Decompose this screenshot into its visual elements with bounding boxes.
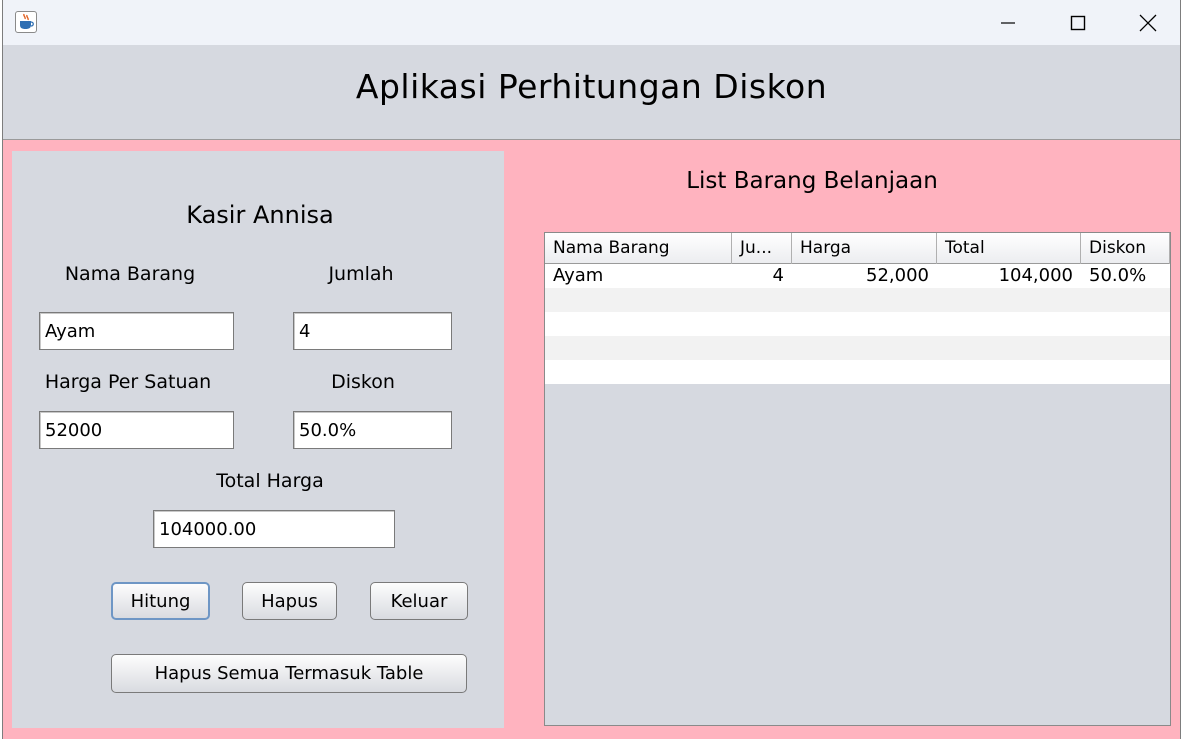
table-row-empty[interactable] <box>545 336 1170 360</box>
harga-per-satuan-input[interactable] <box>39 411 234 449</box>
java-coffee-cup-icon[interactable] <box>15 11 37 33</box>
hitung-button[interactable]: Hitung <box>111 582 210 620</box>
hapus-semua-button[interactable]: Hapus Semua Termasuk Table <box>111 654 467 693</box>
hapus-button[interactable]: Hapus <box>242 582 337 620</box>
harga-per-satuan-label: Harga Per Satuan <box>44 371 212 393</box>
diskon-label: Diskon <box>331 371 395 393</box>
cell-jumlah: 4 <box>772 265 784 286</box>
table-row-empty[interactable] <box>545 288 1170 312</box>
cell-total: 104,000 <box>998 265 1073 286</box>
table-row[interactable]: Ayam 4 52,000 104,000 50.0% <box>545 264 1170 288</box>
column-header-nama-barang[interactable]: Nama Barang <box>545 233 732 264</box>
app-window: Aplikasi Perhitungan Diskon Kasir Annisa… <box>2 0 1181 739</box>
jumlah-input[interactable] <box>293 312 452 350</box>
column-header-jumlah[interactable]: Ju... <box>732 233 792 264</box>
minimize-icon <box>1001 22 1015 24</box>
shopping-list-table[interactable]: Nama Barang Ju... Harga Total Diskon Aya… <box>544 232 1171 726</box>
cashier-form-panel: Kasir Annisa Nama Barang Jumlah Harga Pe… <box>12 151 504 728</box>
close-button[interactable] <box>1125 8 1171 38</box>
diskon-input[interactable] <box>293 411 452 449</box>
table-row-empty[interactable] <box>545 360 1170 384</box>
nama-barang-label: Nama Barang <box>64 263 196 285</box>
column-header-diskon[interactable]: Diskon <box>1081 233 1170 264</box>
maximize-icon <box>1070 15 1086 31</box>
cell-diskon: 50.0% <box>1089 265 1147 286</box>
table-row-empty[interactable] <box>545 312 1170 336</box>
cell-nama-barang: Ayam <box>553 265 604 286</box>
table-header: Nama Barang Ju... Harga Total Diskon <box>545 233 1170 264</box>
close-icon <box>1139 14 1157 32</box>
header-panel: Aplikasi Perhitungan Diskon <box>3 45 1180 140</box>
app-title: Aplikasi Perhitungan Diskon <box>355 67 828 106</box>
column-header-harga[interactable]: Harga <box>792 233 937 264</box>
jumlah-label: Jumlah <box>328 263 394 285</box>
minimize-button[interactable] <box>985 8 1031 38</box>
form-title: Kasir Annisa <box>186 201 334 229</box>
total-harga-label: Total Harga <box>216 470 324 492</box>
column-header-total[interactable]: Total <box>937 233 1081 264</box>
title-bar[interactable] <box>3 0 1180 45</box>
maximize-button[interactable] <box>1055 8 1101 38</box>
list-title: List Barang Belanjaan <box>686 168 938 194</box>
cell-harga: 52,000 <box>866 265 929 286</box>
nama-barang-input[interactable] <box>39 312 234 350</box>
keluar-button[interactable]: Keluar <box>370 582 468 620</box>
total-harga-field[interactable] <box>153 510 395 548</box>
